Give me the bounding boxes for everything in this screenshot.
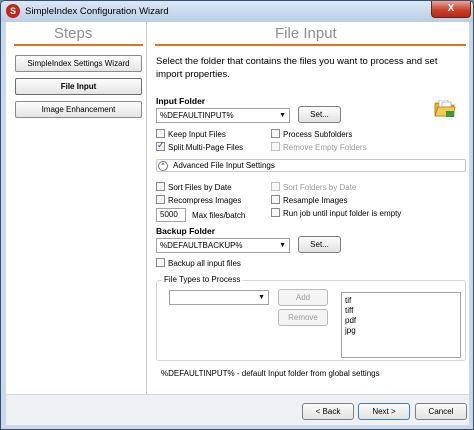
step-file-input[interactable]: File Input <box>15 78 142 95</box>
file-types-group: File Types to Process ▼ Add Remove tif t… <box>156 275 466 361</box>
add-file-type-button[interactable]: Add <box>278 289 328 306</box>
file-type-combo[interactable]: ▼ <box>169 290 269 305</box>
list-item[interactable]: tiff <box>345 306 460 316</box>
process-subfolders-box[interactable] <box>271 129 280 138</box>
close-button[interactable]: X <box>431 1 471 18</box>
keep-input-files-box[interactable] <box>156 129 165 138</box>
back-button[interactable]: < Back <box>302 403 354 420</box>
advanced-settings-label: Advanced File Input Settings <box>173 161 275 170</box>
window-title: SimpleIndex Configuration Wizard <box>25 6 169 17</box>
title-bar[interactable]: S SimpleIndex Configuration Wizard X <box>1 1 473 22</box>
recompress-images-checkbox[interactable]: Recompress Images <box>156 195 241 206</box>
backup-folder-label: Backup Folder <box>156 226 216 236</box>
remove-empty-folders-checkbox[interactable]: Remove Empty Folders <box>271 142 367 153</box>
recompress-images-label: Recompress Images <box>168 196 242 205</box>
footnote: %DEFAULTINPUT% - default Input folder fr… <box>161 369 380 378</box>
sort-files-by-date-label: Sort Files by Date <box>168 183 232 192</box>
remove-empty-folders-label: Remove Empty Folders <box>283 143 367 152</box>
split-multipage-label: Split Multi-Page Files <box>168 143 244 152</box>
steps-pane: Steps SimpleIndex Settings Wizard File I… <box>6 22 147 394</box>
page-title-divider <box>155 44 466 46</box>
wizard-nav-bar: < Back Next > Cancel <box>6 394 469 425</box>
process-subfolders-checkbox[interactable]: Process Subfolders <box>271 129 352 140</box>
list-item[interactable]: pdf <box>345 316 460 326</box>
max-files-input[interactable]: 5000 <box>156 208 186 222</box>
remove-file-type-button[interactable]: Remove <box>278 309 328 326</box>
chevron-down-icon: ▼ <box>279 112 286 119</box>
backup-all-box[interactable] <box>156 258 165 267</box>
collapse-icon[interactable]: ^ <box>158 161 168 171</box>
page-description: Select the folder that contains the file… <box>156 56 438 80</box>
step-image-enhancement[interactable]: Image Enhancement <box>15 101 142 118</box>
cancel-button[interactable]: Cancel <box>415 403 467 420</box>
sort-folders-by-date-checkbox[interactable]: Sort Folders by Date <box>271 182 356 193</box>
backup-all-checkbox[interactable]: Backup all input files <box>156 258 241 269</box>
sort-folders-by-date-box[interactable] <box>271 182 280 191</box>
backup-folder-combo[interactable]: %DEFAULTBACKUP% ▼ <box>156 238 290 253</box>
resample-images-checkbox[interactable]: Resample Images <box>271 195 347 206</box>
input-folder-value: %DEFAULTINPUT% <box>160 111 234 120</box>
resample-images-label: Resample Images <box>283 196 348 205</box>
run-until-empty-box[interactable] <box>271 208 280 217</box>
process-subfolders-label: Process Subfolders <box>283 130 353 139</box>
backup-all-label: Backup all input files <box>168 259 241 268</box>
remove-empty-folders-box[interactable] <box>271 142 280 151</box>
folder-open-icon[interactable] <box>434 100 456 118</box>
input-folder-combo[interactable]: %DEFAULTINPUT% ▼ <box>156 108 290 123</box>
file-types-legend: File Types to Process <box>162 275 243 284</box>
input-folder-label: Input Folder <box>156 96 206 106</box>
app-logo-icon: S <box>6 4 20 18</box>
run-until-empty-label: Run job until input folder is empty <box>283 209 402 218</box>
page-title: File Input <box>275 25 337 42</box>
next-button[interactable]: Next > <box>358 403 410 420</box>
advanced-settings-header[interactable]: ^ Advanced File Input Settings <box>156 159 466 172</box>
split-multipage-checkbox[interactable]: Split Multi-Page Files <box>156 140 244 153</box>
split-multipage-box[interactable] <box>156 140 165 151</box>
backup-folder-value: %DEFAULTBACKUP% <box>160 241 243 250</box>
chevron-down-icon: ▼ <box>258 294 265 301</box>
wizard-client: Steps SimpleIndex Settings Wizard File I… <box>6 22 469 425</box>
sort-files-by-date-box[interactable] <box>156 182 165 191</box>
file-types-list[interactable]: tif tiff pdf jpg <box>341 292 461 358</box>
list-item[interactable]: jpg <box>345 326 460 336</box>
sort-folders-by-date-label: Sort Folders by Date <box>283 183 357 192</box>
run-until-empty-checkbox[interactable]: Run job until input folder is empty <box>271 208 401 219</box>
step-settings-wizard[interactable]: SimpleIndex Settings Wizard <box>15 55 142 72</box>
steps-title: Steps <box>54 25 93 42</box>
backup-folder-set-button[interactable]: Set... <box>298 236 341 253</box>
steps-divider <box>14 44 143 46</box>
max-files-label: Max files/batch <box>192 211 246 220</box>
keep-input-files-label: Keep Input Files <box>168 130 226 139</box>
wizard-window: S SimpleIndex Configuration Wizard X Ste… <box>0 0 474 430</box>
recompress-images-box[interactable] <box>156 195 165 204</box>
resample-images-box[interactable] <box>271 195 280 204</box>
input-folder-set-button[interactable]: Set... <box>298 106 341 123</box>
chevron-down-icon: ▼ <box>279 242 286 249</box>
list-item[interactable]: tif <box>345 296 460 306</box>
keep-input-files-checkbox[interactable]: Keep Input Files <box>156 129 226 140</box>
sort-files-by-date-checkbox[interactable]: Sort Files by Date <box>156 182 232 193</box>
